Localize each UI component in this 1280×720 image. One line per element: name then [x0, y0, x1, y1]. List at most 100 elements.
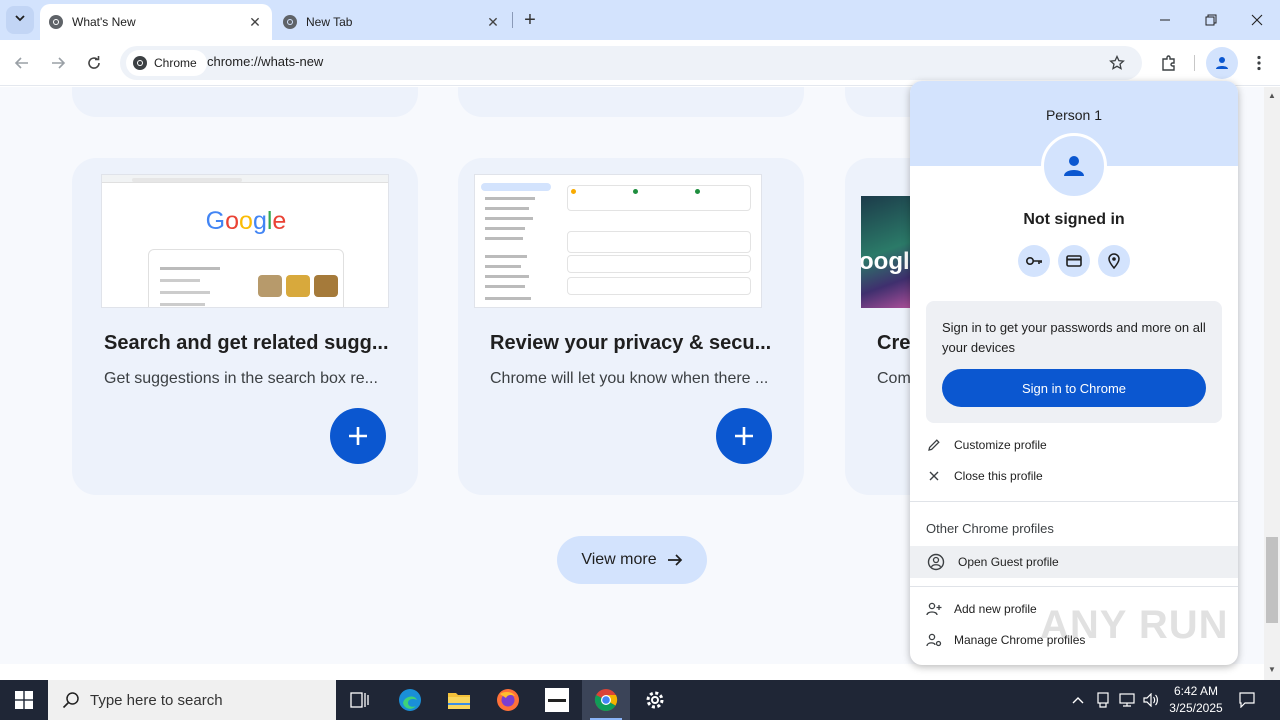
- system-clock[interactable]: 6:42 AM 3/25/2025: [1160, 683, 1232, 717]
- search-placeholder: Type here to search: [90, 691, 223, 709]
- kebab-menu-icon: [1257, 55, 1261, 71]
- profile-name: Person 1: [1045, 107, 1103, 123]
- minimize-button[interactable]: [1142, 0, 1188, 40]
- task-view-button[interactable]: [336, 680, 384, 720]
- firefox-icon: [497, 689, 519, 711]
- expand-card-button[interactable]: [716, 408, 772, 464]
- show-hidden-icons-button[interactable]: [1068, 680, 1088, 720]
- extensions-button[interactable]: [1154, 49, 1184, 77]
- puzzle-icon: [1162, 55, 1175, 71]
- card-title: Cre: [877, 332, 911, 354]
- menu-item-label: Add new profile: [954, 602, 1037, 616]
- menu-item-label: Customize profile: [954, 438, 1047, 452]
- google-logo: Google: [205, 207, 287, 235]
- close-tab-icon[interactable]: ✕: [484, 13, 502, 31]
- card-description: Get suggestions in the search box re...: [104, 370, 378, 387]
- network-tray-icon[interactable]: [1116, 680, 1138, 720]
- windows-taskbar: Type here to search 6:42 AM 3/25/2025: [0, 680, 1280, 720]
- watermark: ANY RUN: [1040, 603, 1229, 647]
- address-bar[interactable]: Chrome chrome://whats-new: [120, 46, 1142, 80]
- anyrun-app[interactable]: [533, 680, 581, 720]
- file-explorer-app[interactable]: [435, 680, 483, 720]
- profile-button[interactable]: [1206, 47, 1238, 79]
- tab-new-tab[interactable]: New Tab ✕: [274, 4, 510, 40]
- feature-card-partial: [458, 87, 804, 117]
- close-tab-icon[interactable]: ✕: [246, 13, 264, 31]
- chrome-app[interactable]: [582, 680, 630, 720]
- card-title: Review your privacy & secu...: [490, 332, 772, 354]
- chip-label: Chrome: [154, 56, 197, 70]
- signin-promo: Sign in to get your passwords and more o…: [926, 301, 1222, 423]
- chrome-menu-button[interactable]: [1244, 49, 1274, 77]
- volume-tray-icon[interactable]: [1140, 680, 1162, 720]
- customize-profile-item[interactable]: Customize profile: [910, 430, 1238, 460]
- tab-search-button[interactable]: [6, 6, 34, 34]
- taskbar-search[interactable]: Type here to search: [48, 680, 336, 720]
- feature-card-partial: [72, 87, 418, 117]
- network-icon: [1119, 693, 1135, 707]
- close-profile-item[interactable]: Close this profile: [910, 461, 1238, 491]
- back-arrow-icon: [14, 57, 28, 69]
- gear-icon: [646, 691, 664, 709]
- tab-title: What's New: [72, 15, 136, 29]
- forward-button[interactable]: [44, 49, 72, 77]
- person-icon: [1216, 57, 1228, 69]
- toolbar-divider: [1194, 55, 1195, 71]
- back-button[interactable]: [8, 49, 36, 77]
- open-guest-profile-item[interactable]: Open Guest profile: [910, 546, 1238, 578]
- chrome-icon: [282, 14, 298, 30]
- usb-device-icon: [1097, 692, 1109, 708]
- person-icon: [1064, 156, 1084, 176]
- start-button[interactable]: [0, 680, 48, 720]
- pencil-icon: [926, 437, 942, 453]
- restore-button[interactable]: [1188, 0, 1234, 40]
- chrome-icon: [594, 689, 618, 711]
- signin-status: Not signed in: [1023, 211, 1125, 228]
- site-info-chip[interactable]: Chrome: [126, 50, 207, 76]
- url-text[interactable]: chrome://whats-new: [207, 54, 323, 69]
- scroll-thumb[interactable]: [1266, 537, 1278, 623]
- task-view-icon: [350, 692, 369, 708]
- app-tile-icon: [545, 688, 569, 712]
- feature-screenshot: Google: [101, 174, 389, 308]
- close-window-button[interactable]: [1234, 0, 1280, 40]
- folder-icon: [448, 693, 470, 709]
- view-more-button[interactable]: View more: [557, 536, 707, 584]
- payment-methods-button[interactable]: [1058, 245, 1090, 277]
- addresses-button[interactable]: [1098, 245, 1130, 277]
- card-title: Search and get related sugg...: [104, 332, 389, 354]
- menu-divider: [910, 586, 1238, 587]
- device-tray-icon[interactable]: [1092, 680, 1114, 720]
- other-profiles-heading: Other Chrome profiles: [926, 521, 1054, 536]
- manage-profiles-icon: [926, 632, 942, 648]
- scroll-up-icon[interactable]: ▲: [1268, 91, 1276, 100]
- expand-card-button[interactable]: [330, 408, 386, 464]
- reload-button[interactable]: [80, 49, 108, 77]
- passwords-button[interactable]: [1018, 245, 1050, 277]
- clock-time: 6:42 AM: [1173, 684, 1219, 698]
- scroll-down-icon[interactable]: ▼: [1268, 665, 1276, 674]
- menu-item-label: Open Guest profile: [958, 555, 1059, 569]
- signin-promo-text: Sign in to get your passwords and more o…: [942, 320, 1206, 355]
- tab-whats-new[interactable]: What's New ✕: [40, 4, 272, 40]
- notifications-button[interactable]: [1234, 680, 1260, 720]
- browser-toolbar: Chrome chrome://whats-new: [0, 40, 1280, 86]
- chrome-icon: [132, 55, 148, 71]
- firefox-app[interactable]: [484, 680, 532, 720]
- plus-icon: [349, 427, 367, 445]
- feature-card-privacy: Review your privacy & secu... Chrome wil…: [458, 158, 804, 495]
- page-scrollbar[interactable]: ▲ ▼: [1264, 87, 1280, 680]
- plus-icon: [735, 427, 753, 445]
- credit-card-icon: [1066, 255, 1082, 267]
- feature-card-search: Google Search and get related sugg... Ge…: [72, 158, 418, 495]
- clock-date: 3/25/2025: [1169, 701, 1223, 715]
- bookmark-star-icon[interactable]: [1106, 52, 1128, 74]
- avatar: [1041, 133, 1107, 199]
- forward-arrow-icon: [52, 57, 66, 69]
- new-tab-button[interactable]: +: [518, 8, 542, 32]
- edge-app[interactable]: [386, 680, 434, 720]
- settings-app[interactable]: [631, 680, 679, 720]
- sign-in-button[interactable]: Sign in to Chrome: [942, 369, 1206, 407]
- tab-strip: What's New ✕ New Tab ✕ +: [0, 0, 1280, 40]
- view-more-label: View more: [581, 551, 657, 568]
